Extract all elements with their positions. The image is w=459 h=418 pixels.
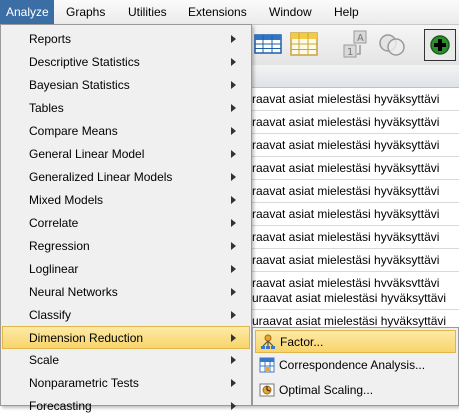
factor-icon <box>260 334 276 350</box>
submenu-item-optimal-scaling[interactable]: Optimal Scaling... <box>255 379 456 402</box>
data-cell[interactable]: uraavat asiat mielestäsi hyväksyttävi <box>252 287 459 310</box>
menu-item-generalized-linear-models[interactable]: Generalized Linear Models <box>2 166 250 189</box>
menu-item-label: Scale <box>29 353 60 367</box>
menu-utilities[interactable]: Utilities <box>122 0 184 24</box>
menu-window[interactable]: Window <box>263 0 323 24</box>
menu-item-general-linear-model[interactable]: General Linear Model <box>2 143 250 166</box>
menu-item-label: Reports <box>29 32 72 46</box>
data-cell[interactable]: raavat asiat mielestäsi hyväksyttävi <box>252 226 459 249</box>
submenu-arrow-icon <box>231 196 236 204</box>
menu-item-descriptive-statistics[interactable]: Descriptive Statistics <box>2 51 250 74</box>
data-column-header <box>252 65 459 88</box>
submenu-arrow-icon <box>231 402 236 410</box>
submenu-arrow-icon <box>231 35 236 43</box>
menu-item-classify[interactable]: Classify <box>2 304 250 327</box>
toolbar: A 1 <box>252 25 459 65</box>
submenu-arrow-icon <box>231 242 236 250</box>
submenu-arrow-icon <box>231 379 236 387</box>
submenu-arrow-icon <box>231 127 236 135</box>
data-cell[interactable]: raavat asiat mielestäsi hyväksyttävi <box>252 180 459 203</box>
menu-item-label: Forecasting <box>29 399 92 413</box>
data-cell[interactable]: raavat asiat mielestäsi hyväksyttävi <box>252 249 459 272</box>
menu-item-label: Nonparametric Tests <box>29 376 139 390</box>
menu-item-label: Neural Networks <box>29 285 118 299</box>
submenu-arrow-icon <box>231 265 236 273</box>
menu-item-label: Regression <box>29 239 90 253</box>
analyze-menu: Reports Descriptive Statistics Bayesian … <box>0 24 252 413</box>
menu-item-label: Descriptive Statistics <box>29 55 140 69</box>
menu-item-label: Tables <box>29 101 64 115</box>
svg-text:A: A <box>357 33 364 44</box>
submenu-arrow-icon <box>231 173 236 181</box>
dimension-reduction-submenu: Factor... Correspondence Analysis... Opt… <box>252 327 459 406</box>
submenu-item-label: Factor... <box>280 335 324 349</box>
menu-item-label: Classify <box>29 308 72 322</box>
submenu-arrow-icon <box>231 58 236 66</box>
submenu-arrow-icon <box>231 356 236 364</box>
data-cell[interactable]: raavat asiat mielestäsi hyväksyttävi <box>252 203 459 226</box>
menu-item-label: Dimension Reduction <box>29 331 144 345</box>
submenu-item-factor[interactable]: Factor... <box>255 330 456 353</box>
submenu-arrow-icon <box>231 334 236 342</box>
submenu-arrow-icon <box>231 288 236 296</box>
menu-help[interactable]: Help <box>328 0 378 24</box>
menu-item-label: Generalized Linear Models <box>29 170 173 184</box>
menu-item-label: Correlate <box>29 216 79 230</box>
submenu-item-label: Optimal Scaling... <box>279 383 374 397</box>
menu-item-compare-means[interactable]: Compare Means <box>2 120 250 143</box>
data-cell[interactable]: raavat asiat mielestäsi hyväksyttävi <box>252 88 459 111</box>
menu-item-tables[interactable]: Tables <box>2 97 250 120</box>
data-cell[interactable]: raavat asiat mielestäsi hyväksyttävi <box>252 134 459 157</box>
menu-item-forecasting[interactable]: Forecasting <box>2 395 250 418</box>
submenu-arrow-icon <box>231 311 236 319</box>
menu-item-label: Bayesian Statistics <box>29 78 130 92</box>
menu-item-label: General Linear Model <box>29 147 145 161</box>
menu-item-loglinear[interactable]: Loglinear <box>2 258 250 281</box>
menu-item-label: Loglinear <box>29 262 79 276</box>
correspondence-icon <box>259 357 275 373</box>
menu-item-mixed-models[interactable]: Mixed Models <box>2 189 250 212</box>
grid-table-icon[interactable] <box>254 30 282 58</box>
submenu-arrow-icon <box>231 150 236 158</box>
venn-icon[interactable] <box>378 30 406 58</box>
menu-item-nonparametric-tests[interactable]: Nonparametric Tests <box>2 372 250 395</box>
submenu-item-label: Correspondence Analysis... <box>279 358 426 372</box>
svg-text:1: 1 <box>347 47 353 58</box>
optimal-scaling-icon <box>259 382 275 398</box>
value-labels-icon[interactable]: A 1 <box>342 30 370 58</box>
submenu-arrow-icon <box>231 104 236 112</box>
menu-item-correlate[interactable]: Correlate <box>2 212 250 235</box>
menu-analyze[interactable]: Analyze <box>0 0 54 24</box>
menu-extensions[interactable]: Extensions <box>182 0 262 24</box>
data-cell[interactable]: raavat asiat mielestäsi hyväksyttävi <box>252 157 459 180</box>
pivot-table-icon[interactable] <box>290 30 318 58</box>
menu-item-dimension-reduction[interactable]: Dimension Reduction <box>2 326 250 349</box>
add-variable-icon[interactable] <box>424 29 456 61</box>
menu-item-reports[interactable]: Reports <box>2 28 250 51</box>
menu-item-label: Compare Means <box>29 124 118 138</box>
submenu-arrow-icon <box>231 219 236 227</box>
menu-item-regression[interactable]: Regression <box>2 235 250 258</box>
data-cell[interactable]: raavat asiat mielestäsi hyväksyttävi <box>252 111 459 134</box>
menu-graphs[interactable]: Graphs <box>60 0 120 24</box>
menu-item-scale[interactable]: Scale <box>2 349 250 372</box>
menu-bar: Analyze Graphs Utilities Extensions Wind… <box>0 0 459 25</box>
submenu-item-correspondence-analysis[interactable]: Correspondence Analysis... <box>255 354 456 377</box>
submenu-arrow-icon <box>231 81 236 89</box>
menu-item-bayesian-statistics[interactable]: Bayesian Statistics <box>2 74 250 97</box>
menu-item-label: Mixed Models <box>29 193 104 207</box>
menu-item-neural-networks[interactable]: Neural Networks <box>2 281 250 304</box>
